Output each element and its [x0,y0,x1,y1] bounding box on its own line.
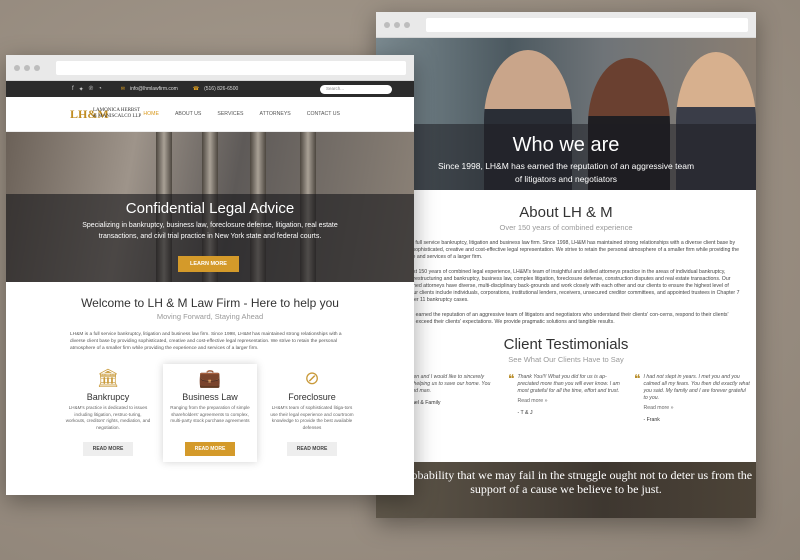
quote-banner: The probability that we may fail in the … [376,462,756,518]
logo-text: LAMONICA HERBST & MANISCALCO LLP [93,108,142,119]
welcome-subtitle: Moving Forward, Staying Ahead [156,312,264,321]
window-dot-icon [34,64,40,71]
nav-item-about[interactable]: ABOUT US [175,111,201,117]
contact-phone[interactable]: (516) 826-6500 [204,86,238,92]
read-more-button[interactable]: READ MORE [286,442,338,456]
who-we-are-hero: Who we are Since 1998, LH&M has earned t… [376,38,756,190]
about-paragraph: LH&M is a full service bankruptcy, litig… [390,240,739,260]
testimonials-subtitle: See What Our Clients Have to Say [508,355,624,364]
nav-item-attorneys[interactable]: ATTORNEYS [260,111,291,117]
testimonial: ❝ I had not slept in years. I met you an… [634,372,750,424]
hero-banner: Confidential Legal Advice Specializing i… [6,132,414,282]
welcome-title: Welcome to LH & M Law Firm - Here to hel… [81,296,339,310]
read-more-link[interactable]: Read more » [643,405,750,412]
rss-icon[interactable]: ◔ [98,86,102,92]
briefcase-icon: 💼 [198,368,222,388]
search-input[interactable]: Search... [320,84,392,94]
main-nav: LH&M LAMONICA HERBST & MANISCALCO LLP HO… [6,97,414,132]
no-house-icon: ⊘ [304,368,320,388]
read-more-button[interactable]: READ MORE [82,442,134,456]
testimonial: ❝ Thank You!!! What you did for us is ap… [508,372,624,424]
about-subtitle: Over 150 years of combined experience [499,223,633,232]
nav-item-home[interactable]: HOME [143,111,159,117]
read-more-link[interactable]: Read more » [517,398,624,405]
window-dot-icon [404,21,410,28]
twitter-icon[interactable]: ✦ [79,86,84,93]
card-title: Bankrupcy [86,392,130,402]
nav-menu: HOME ABOUT US SERVICES ATTORNEYS CONTACT… [143,111,340,117]
about-page-browser: Who we are Since 1998, LH&M has earned t… [376,12,756,518]
address-bar[interactable] [426,17,748,32]
window-dot-icon [24,64,30,71]
banner-subtitle: Specializing in bankruptcy, business law… [82,222,338,240]
hero-subtitle: Since 1998, LH&M has earned the reputati… [437,161,695,184]
browser-chrome [6,55,414,81]
nav-item-contact[interactable]: CONTACT US [307,111,340,117]
card-text: LH&M's team of sophisticated litiga-tors… [270,405,354,430]
window-dot-icon [394,21,400,28]
window-dot-icon [384,21,390,28]
quote-icon: ❝ [508,372,515,386]
practice-card-business-law: 💼 Business Law Ranging from the preparat… [163,364,257,462]
testimonial-author: - Frank [643,417,660,423]
address-bar[interactable] [56,60,406,75]
card-title: Business Law [182,392,238,402]
testimonial-author: - T & J [517,410,533,416]
courthouse-icon: 🏛 [96,368,120,388]
phone-icon: ☎ [192,86,200,92]
about-paragraph: LH&M has earned the reputation of an agg… [390,312,729,325]
facebook-icon[interactable]: f [72,86,74,92]
contact-email[interactable]: info@lhmlawfirm.com [130,86,178,92]
logo-mark: LH&M [70,107,109,121]
welcome-paragraph: LH&M is a full service bankruptcy, litig… [70,332,342,351]
learn-more-button[interactable]: LEARN MORE [178,256,239,272]
quote-icon: ❝ [634,372,641,386]
nav-item-services[interactable]: SERVICES [217,111,243,117]
banner-title: Confidential Legal Advice [125,200,295,217]
top-bar: f ✦ ℗ ◔ ✉ info@lhmlawfirm.com ☎ (516) 82… [6,81,414,97]
testimonials-title: Client Testimonials [503,336,629,353]
mail-icon: ✉ [120,86,125,92]
window-dot-icon [14,64,20,71]
home-page-browser: f ✦ ℗ ◔ ✉ info@lhmlawfirm.com ☎ (516) 82… [6,55,414,495]
card-text: Ranging from the preparation of simple s… [170,405,250,423]
testimonial-text: I had not slept in years. I met you and … [643,374,750,401]
testimonials-list: So!, My children and I would like to sin… [376,372,756,424]
card-text: LH&M's practice is dedicated to issues i… [65,405,151,430]
practice-card-bankruptcy: 🏛 Bankrupcy LH&M's practice is dedicated… [61,364,155,462]
testimonial-text: Thank You!!! What you did for us is ap-p… [517,374,620,394]
practice-areas: 🏛 Bankrupcy LH&M's practice is dedicated… [6,364,414,462]
browser-chrome [376,12,756,38]
card-title: Foreclosure [288,392,336,402]
about-title: About LH & M [519,204,613,221]
logo[interactable]: LH&M LAMONICA HERBST & MANISCALCO LLP [70,108,143,120]
practice-card-foreclosure: ⊘ Foreclosure LH&M's team of sophisticat… [265,364,359,462]
hero-title: Who we are [512,134,620,156]
read-more-button[interactable]: READ MORE [184,442,236,456]
pinterest-icon[interactable]: ℗ [89,86,93,92]
about-paragraph: With almost 150 years of combined legal … [390,269,740,303]
